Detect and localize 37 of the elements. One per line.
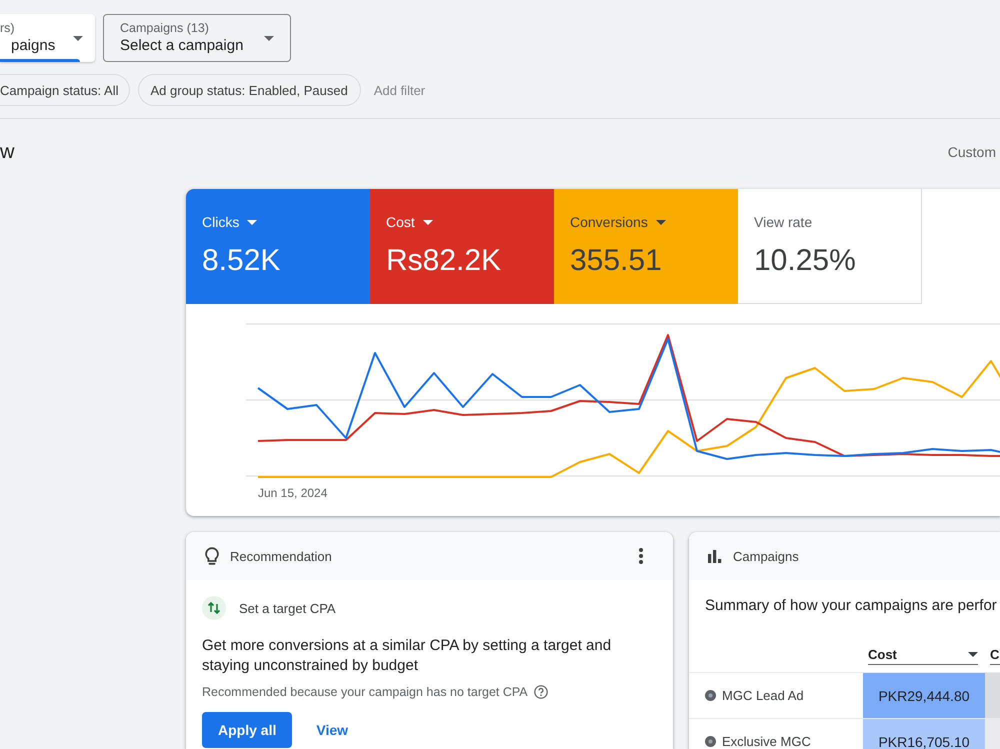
help-icon[interactable] [534,685,548,699]
recommendation-description: Get more conversions at a similar CPA by setting a target and staying unconstrained by budget [202,636,612,676]
chart-date-label: Jun 15, 2024 [258,485,328,501]
filter-dropdown[interactable]: rs) paigns [0,14,95,62]
caret-icon [656,220,666,224]
recommendation-title: Set a target CPA [239,600,336,616]
table-cell: PKR29,444.80 [863,672,985,718]
metric-tile[interactable]: Clicks 8.52K [186,189,370,304]
campaigns-summary: Summary of how your campaigns are perfor [704,596,998,616]
caret-icon [264,36,274,40]
filter-dropdown[interactable]: Campaigns (13) Select a campaign [103,14,291,62]
metric-tile[interactable]: Conversions 355.51 [554,189,738,304]
caret-icon [422,220,433,224]
primary-button[interactable]: Apply all [202,712,292,748]
campaign-name[interactable]: MGC Lead Ad [722,688,804,704]
filter-chip[interactable]: Campaign status: All [0,74,130,106]
column-header[interactable]: Cost [868,645,978,665]
campaign-name[interactable]: Exclusive MGC [722,734,811,749]
caret-icon [247,220,258,224]
status-icon [705,690,716,701]
card-title: Recommendation [230,548,332,564]
metric-tile[interactable]: View rate 10.25% [738,189,922,304]
column-header[interactable]: C [990,645,1000,665]
text-button[interactable]: View [316,722,348,738]
lightbulb-icon [205,546,219,566]
caret-icon [73,36,83,40]
status-icon [705,736,716,747]
filter-chip[interactable]: Ad group status: Enabled, Paused [138,74,361,106]
table-cell: PKR16,705.10 [863,718,985,749]
up-down-arrows-icon [202,596,226,620]
page-title: w [0,140,14,164]
card-title: Campaigns [733,548,799,564]
date-range-selector[interactable]: Custom [948,144,996,160]
recommendation-reason: Recommended because your campaign has no target CPA [202,684,528,700]
bar-chart-icon [708,550,722,562]
metric-tile[interactable]: Cost Rs82.2K [370,189,554,304]
more-icon[interactable] [639,548,643,564]
